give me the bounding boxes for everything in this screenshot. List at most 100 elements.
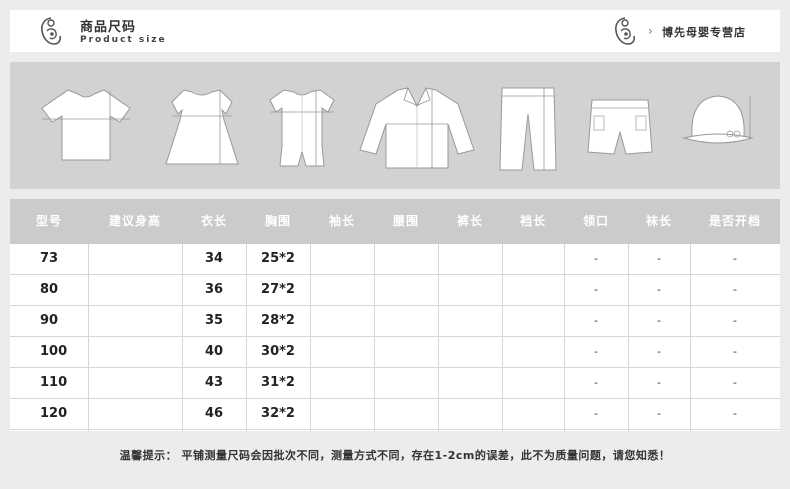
mother-baby-logo-icon: [41, 17, 62, 45]
trousers-icon: [499, 87, 557, 171]
table-cell-waist: [374, 399, 438, 429]
table-cell-sock: -: [657, 345, 661, 358]
table-cell-sock: -: [657, 407, 661, 420]
table-cell-open: -: [733, 407, 737, 420]
table-cell-sleeve: [310, 244, 374, 274]
table-cell-size: 110: [40, 375, 68, 390]
hat-icon: [682, 95, 754, 144]
table-cell-collar: -: [594, 407, 598, 420]
table-cell-pants: [438, 275, 502, 305]
table-cell-pants: [438, 368, 502, 398]
romper-icon: [269, 89, 335, 167]
footer-note: 温馨提示： 平铺测量尺码会因批次不同，测量方式不同，存在1-2cm的误差，此不为…: [10, 438, 780, 479]
table-cell-length: 36: [204, 282, 224, 297]
table-cell-pants: [438, 306, 502, 336]
table-cell-open: -: [733, 252, 737, 265]
table-header: 型号 建议身高 衣长 胸围 袖长 腰围 裤长 裆长 领口 袜长 是否开档: [10, 199, 780, 244]
column-header: 型号: [35, 214, 62, 228]
table-cell-waist: [374, 368, 438, 398]
column-header: 袖长: [328, 214, 355, 228]
store-name-link[interactable]: 博先母婴专营店: [662, 24, 746, 40]
table-row: 120 46 32*2 - - -: [10, 399, 780, 430]
column-header: 胸围: [264, 214, 291, 228]
table-cell-crotch: [502, 306, 564, 336]
header-bar: 商品尺码 Product size › 博先母婴专营店: [10, 10, 780, 52]
page-title: 商品尺码: [80, 20, 137, 35]
column-header: 领口: [582, 214, 609, 228]
column-header: 裆长: [519, 214, 546, 228]
table-cell-sleeve: [310, 306, 374, 336]
table-cell-size: 73: [40, 251, 59, 266]
table-cell-waist: [374, 244, 438, 274]
column-header: 腰围: [392, 214, 419, 228]
table-cell-waist: [374, 275, 438, 305]
table-cell-sock: -: [657, 376, 661, 389]
table-cell-sock: -: [657, 314, 661, 327]
shorts-icon: [587, 99, 653, 155]
table-cell-sleeve: [310, 368, 374, 398]
dress-icon: [165, 89, 239, 165]
table-cell-height: [88, 337, 182, 367]
table-cell-length: 34: [204, 251, 224, 266]
table-cell-crotch: [502, 399, 564, 429]
page-subtitle: Product size: [80, 35, 167, 45]
table-cell-sleeve: [310, 337, 374, 367]
table-cell-collar: -: [594, 345, 598, 358]
table-cell-sock: -: [657, 252, 661, 265]
table-cell-sock: -: [657, 283, 661, 296]
table-cell-open: -: [733, 345, 737, 358]
table-cell-size: 120: [40, 406, 68, 421]
table-cell-open: -: [733, 376, 737, 389]
table-cell-pants: [438, 399, 502, 429]
table-row: 100 40 30*2 - - -: [10, 337, 780, 368]
mother-baby-logo-icon: [615, 17, 636, 45]
table-cell-sleeve: [310, 399, 374, 429]
table-cell-pants: [438, 337, 502, 367]
table-cell-collar: -: [594, 314, 598, 327]
table-cell-open: -: [733, 283, 737, 296]
table-row: 73 34 25*2 - - -: [10, 244, 780, 275]
table-cell-height: [88, 306, 182, 336]
table-cell-waist: [374, 337, 438, 367]
table-cell-crotch: [502, 275, 564, 305]
table-cell-chest: 30*2: [261, 344, 295, 359]
size-table: 型号 建议身高 衣长 胸围 袖长 腰围 裤长 裆长 领口 袜长 是否开档 73 3…: [10, 199, 780, 431]
table-cell-chest: 32*2: [261, 406, 295, 421]
table-cell-height: [88, 244, 182, 274]
table-cell-height: [88, 275, 182, 305]
table-cell-crotch: [502, 368, 564, 398]
table-cell-chest: 28*2: [261, 313, 295, 328]
table-row: 80 36 27*2 - - -: [10, 275, 780, 306]
table-row: 90 35 28*2 - - -: [10, 306, 780, 337]
column-header: 是否开档: [708, 214, 761, 228]
table-cell-collar: -: [594, 376, 598, 389]
table-cell-open: -: [733, 314, 737, 327]
table-cell-chest: 27*2: [261, 282, 295, 297]
column-header: 袜长: [645, 214, 672, 228]
table-cell-length: 43: [204, 375, 224, 390]
table-cell-chest: 25*2: [261, 251, 295, 266]
table-cell-size: 80: [40, 282, 59, 297]
table-cell-collar: -: [594, 252, 598, 265]
table-cell-size: 90: [40, 313, 59, 328]
table-cell-crotch: [502, 244, 564, 274]
table-cell-length: 46: [204, 406, 224, 421]
jacket-icon: [359, 87, 475, 169]
table-cell-crotch: [502, 337, 564, 367]
table-row: 110 43 31*2 - - -: [10, 368, 780, 399]
column-header: 衣长: [200, 214, 227, 228]
garment-illustration-band: [10, 62, 780, 189]
table-cell-length: 40: [204, 344, 224, 359]
table-cell-size: 100: [40, 344, 68, 359]
column-header: 建议身高: [108, 214, 161, 228]
column-header: 裤长: [456, 214, 483, 228]
table-cell-collar: -: [594, 283, 598, 296]
table-cell-height: [88, 399, 182, 429]
table-cell-sleeve: [310, 275, 374, 305]
table-cell-pants: [438, 244, 502, 274]
table-cell-length: 35: [204, 313, 224, 328]
t-shirt-icon: [41, 89, 131, 161]
table-cell-waist: [374, 306, 438, 336]
table-cell-chest: 31*2: [261, 375, 295, 390]
chevron-right-icon: ›: [648, 24, 653, 38]
